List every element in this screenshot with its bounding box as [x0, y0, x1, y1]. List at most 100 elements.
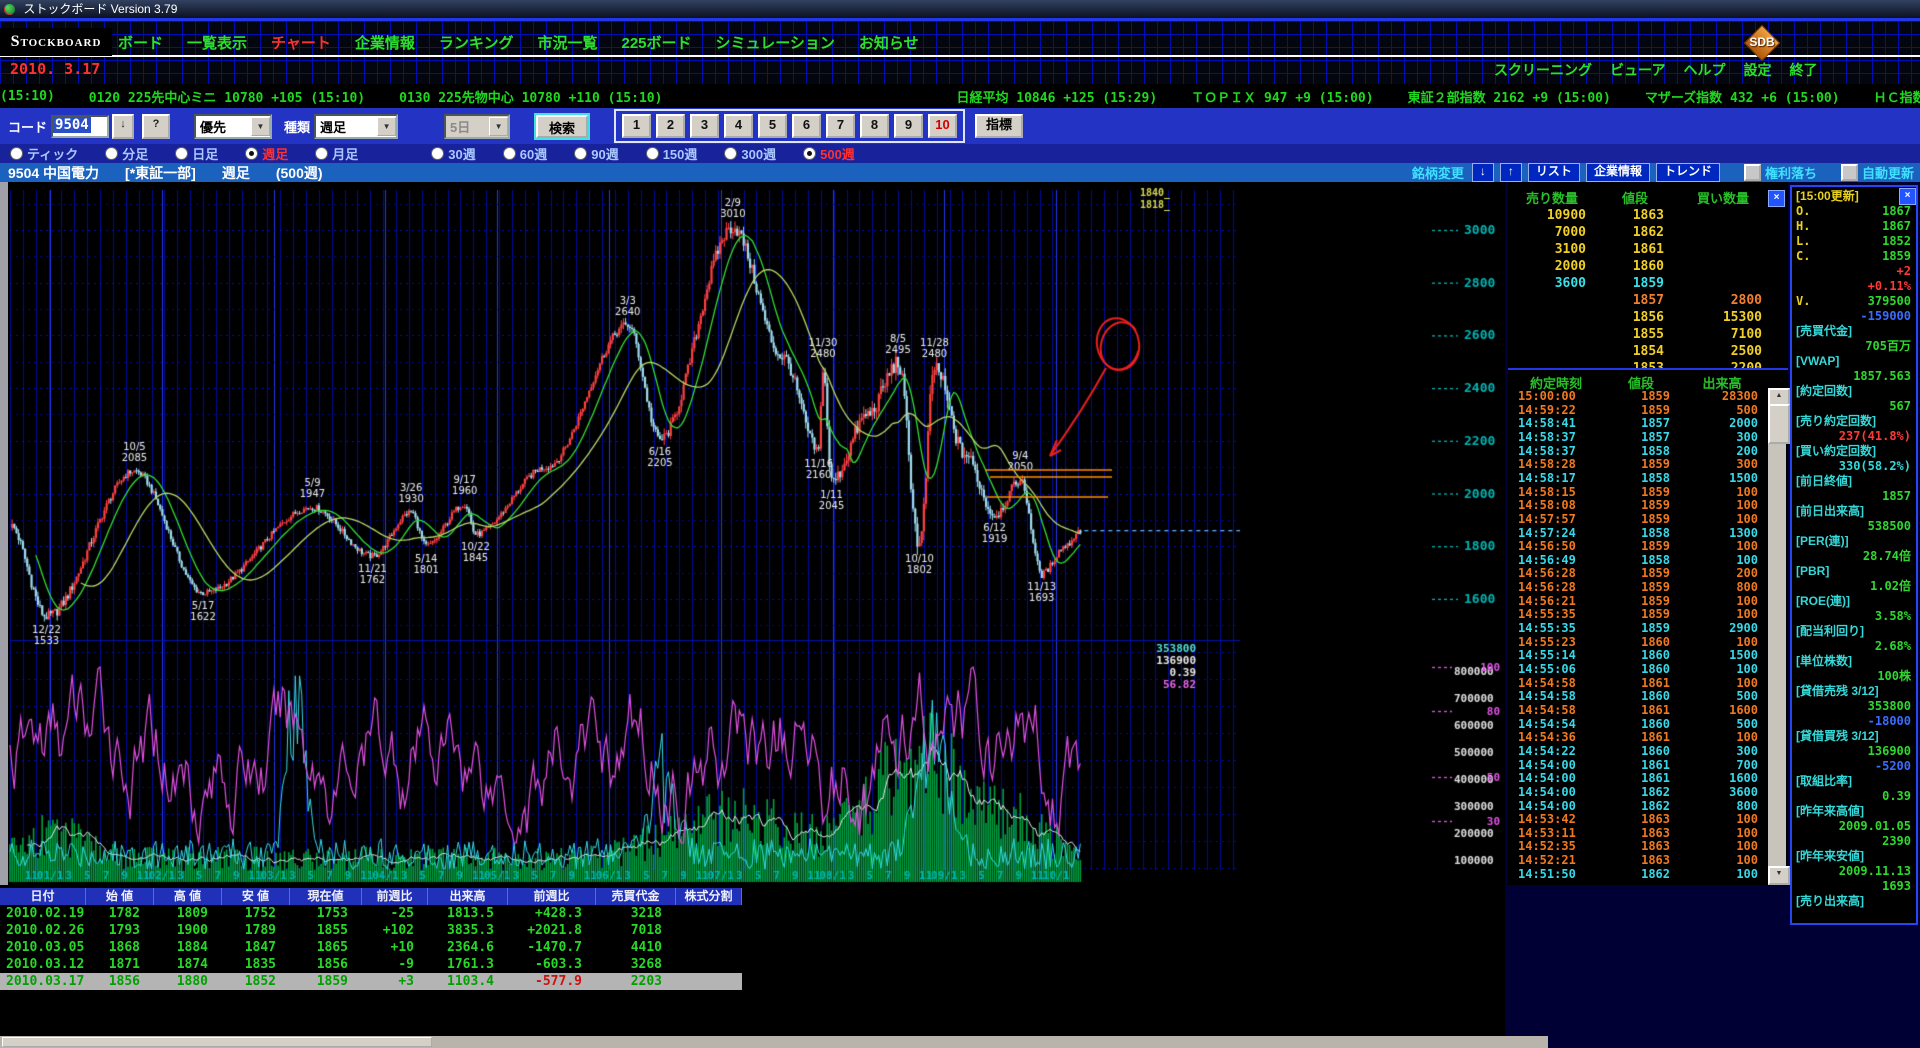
- scroll-down-icon[interactable]: ▼: [1768, 866, 1790, 885]
- table-row[interactable]: 2010.02.261793190017891855+1023835.3+202…: [0, 922, 742, 939]
- search-button[interactable]: 検索: [536, 115, 588, 138]
- infobar-button-トレンド[interactable]: トレンド: [1656, 163, 1720, 182]
- tool-ヘルプ[interactable]: ヘルプ: [1683, 60, 1725, 80]
- trade-time: 14:56:21: [1508, 595, 1604, 608]
- radio-icon[interactable]: [105, 147, 118, 160]
- trade-price: 1860: [1604, 663, 1678, 676]
- period-30週[interactable]: 30週: [431, 144, 475, 163]
- menu-item-市況一覧[interactable]: 市況一覧: [537, 32, 597, 53]
- menu-item-225ボード[interactable]: 225ボード: [621, 32, 691, 53]
- period-150週[interactable]: 150週: [646, 144, 698, 163]
- page-button-1[interactable]: 1: [622, 114, 651, 138]
- trade-volume: 2000: [1678, 417, 1766, 430]
- checkbox-権利落ち[interactable]: [1744, 164, 1761, 181]
- page-button-6[interactable]: 6: [792, 114, 821, 138]
- page-button-4[interactable]: 4: [724, 114, 753, 138]
- tool-スクリーニング[interactable]: スクリーニング: [1494, 60, 1592, 80]
- radio-icon[interactable]: [724, 147, 737, 160]
- trade-time: 14:57:57: [1508, 513, 1604, 526]
- radio-icon[interactable]: [10, 147, 23, 160]
- radio-icon[interactable]: [245, 147, 258, 160]
- close-icon[interactable]: ×: [1899, 188, 1916, 205]
- main-chart-canvas[interactable]: [8, 182, 1505, 885]
- trade-price: 1863: [1604, 854, 1678, 867]
- table-cell: 1859: [290, 973, 362, 990]
- horizontal-scrollbar[interactable]: [0, 1036, 1548, 1048]
- page-button-9[interactable]: 9: [894, 114, 923, 138]
- trade-time: 14:54:00: [1508, 800, 1604, 813]
- table-row[interactable]: 2010.03.171856188018521859+31103.4-577.9…: [0, 973, 742, 990]
- code-input[interactable]: 9504: [51, 115, 109, 138]
- scrollbar-thumb[interactable]: [2, 1037, 432, 1047]
- close-icon[interactable]: ×: [1768, 190, 1785, 207]
- menu-item-企業情報[interactable]: 企業情報: [355, 32, 415, 53]
- change-symbol-button[interactable]: 銘柄変更: [1412, 163, 1464, 182]
- radio-icon[interactable]: [646, 147, 659, 160]
- period-分足[interactable]: 分足: [105, 144, 148, 163]
- checkbox-自動更新[interactable]: [1841, 164, 1858, 181]
- page-button-8[interactable]: 8: [860, 114, 889, 138]
- menu-item-チャート[interactable]: チャート: [271, 32, 331, 53]
- tool-終了[interactable]: 終了: [1789, 60, 1817, 80]
- infobar-button-リスト[interactable]: リスト: [1528, 163, 1580, 182]
- ask-quantity: 7000: [1508, 224, 1596, 241]
- radio-icon[interactable]: [175, 147, 188, 160]
- page-button-10[interactable]: 10: [928, 114, 957, 138]
- stats-key: L.: [1796, 234, 1810, 248]
- order-book-row: 18542500: [1508, 343, 1788, 360]
- tool-ビューア[interactable]: ビューア: [1610, 60, 1665, 80]
- tool-設定[interactable]: 設定: [1743, 60, 1771, 80]
- chevron-down-icon[interactable]: ▼: [377, 117, 396, 136]
- radio-icon[interactable]: [315, 147, 328, 160]
- table-cell: 1761.3: [428, 956, 508, 973]
- period-週足[interactable]: 週足: [245, 144, 288, 163]
- infobar-button-↑[interactable]: ↑: [1500, 163, 1522, 182]
- period-月足[interactable]: 月足: [315, 144, 358, 163]
- tape-row: 14:52:211863100: [1508, 854, 1766, 867]
- stats-line: O.1867: [1792, 204, 1916, 219]
- infobar-button-企業情報[interactable]: 企業情報: [1586, 163, 1650, 182]
- time-sales-scrollbar[interactable]: ▲ ▼: [1768, 388, 1786, 885]
- menu-item-ランキング[interactable]: ランキング: [439, 32, 514, 53]
- type-dropdown[interactable]: 週足 ▼: [314, 114, 398, 139]
- menu-item-ボード[interactable]: ボード: [118, 32, 163, 53]
- table-row[interactable]: 2010.03.121871187418351856-91761.3-603.3…: [0, 956, 742, 973]
- period-300週[interactable]: 300週: [724, 144, 776, 163]
- period-500週[interactable]: 500週: [803, 144, 855, 163]
- bid-quantity: 15300: [1674, 309, 1772, 326]
- infobar-button-↓[interactable]: ↓: [1472, 163, 1494, 182]
- table-row[interactable]: 2010.03.051868188418471865+102364.6-1470…: [0, 939, 742, 956]
- ask-quantity: 3600: [1508, 275, 1596, 292]
- indicator-button[interactable]: 指標: [975, 114, 1023, 138]
- radio-icon[interactable]: [803, 147, 816, 160]
- trade-price: 1859: [1604, 513, 1678, 526]
- page-button-3[interactable]: 3: [690, 114, 719, 138]
- trade-time: 14:58:41: [1508, 417, 1604, 430]
- radio-icon[interactable]: [503, 147, 516, 160]
- table-row[interactable]: 2010.02.191782180917521753-251813.5+428.…: [0, 905, 742, 922]
- period-90週[interactable]: 90週: [574, 144, 618, 163]
- menu-item-一覧表示[interactable]: 一覧表示: [187, 32, 247, 53]
- code-down-button[interactable]: ↓: [112, 114, 134, 139]
- scrollbar-thumb[interactable]: [1768, 404, 1790, 444]
- page-button-7[interactable]: 7: [826, 114, 855, 138]
- period-日足[interactable]: 日足: [175, 144, 218, 163]
- radio-icon[interactable]: [431, 147, 444, 160]
- menu-item-お知らせ[interactable]: お知らせ: [859, 32, 919, 53]
- table-cell: 1900: [154, 922, 222, 939]
- menu-item-シミュレーション[interactable]: シミュレーション: [716, 32, 835, 53]
- bid-quantity: [1674, 224, 1772, 241]
- page-button-5[interactable]: 5: [758, 114, 787, 138]
- help-button[interactable]: ?: [142, 114, 170, 139]
- tape-row: 14:56:491858100: [1508, 554, 1766, 567]
- period-60週[interactable]: 60週: [503, 144, 547, 163]
- radio-icon[interactable]: [574, 147, 587, 160]
- page-button-2[interactable]: 2: [656, 114, 685, 138]
- trade-price: 1860: [1604, 690, 1678, 703]
- stats-label: [PER(連)]: [1796, 534, 1849, 548]
- period-ティック[interactable]: ティック: [10, 144, 78, 163]
- priority-dropdown[interactable]: 優先 ▼: [194, 114, 272, 139]
- current-date: 2010. 3.17: [10, 60, 100, 78]
- chevron-down-icon[interactable]: ▼: [251, 117, 270, 136]
- trade-volume: 100: [1678, 636, 1766, 649]
